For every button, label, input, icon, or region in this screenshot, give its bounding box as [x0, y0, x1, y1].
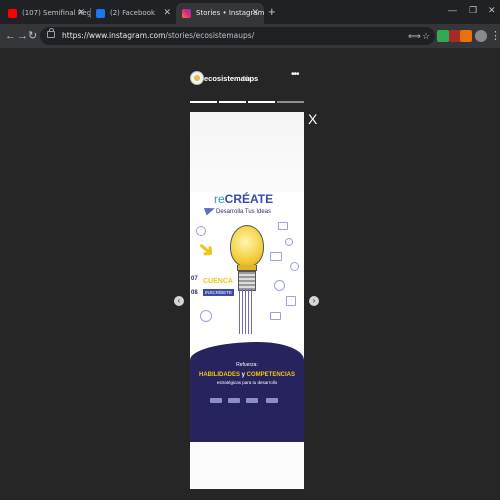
reload-button[interactable]: ↻ — [28, 28, 37, 44]
poster-footer-wave — [190, 342, 304, 442]
event-date-end: 08 — [191, 290, 198, 296]
extension-icon[interactable] — [460, 30, 472, 42]
doodle-icon — [274, 280, 285, 291]
paper-plane-icon — [203, 204, 217, 216]
tab-youtube[interactable]: (107) Semifinal Regional San Fr... ✕ — [2, 3, 90, 24]
more-options-icon[interactable]: ••• — [291, 69, 299, 80]
bulb-cords — [239, 289, 253, 334]
close-tab-icon[interactable]: ✕ — [77, 3, 85, 24]
browser-tab-strip: (107) Semifinal Regional San Fr... ✕ (2)… — [0, 0, 500, 24]
story-progress-segment — [190, 101, 217, 103]
window-close-button[interactable]: ✕ — [488, 3, 496, 17]
translate-icon[interactable]: ⟺ — [408, 30, 421, 42]
doodle-icon — [285, 238, 293, 246]
poster-strategic: estratégicas para tu desarrollo — [216, 380, 278, 385]
poster-tagline: Refuerza: — [236, 362, 258, 368]
register-badge: INSCRÍBETE — [203, 289, 235, 296]
forward-button[interactable]: → — [17, 28, 28, 44]
light-bulb-icon — [230, 225, 264, 267]
doodle-icon — [270, 252, 282, 261]
arrow-icon: ➜ — [192, 236, 220, 264]
story-progress-segment — [248, 101, 275, 103]
instagram-icon — [182, 9, 191, 18]
story-progress-segment — [219, 101, 246, 103]
doodle-icon — [200, 310, 212, 322]
story-header: ecosistemaups 1h ••• — [190, 66, 305, 103]
url-text[interactable]: https://www.instagram.com/stories/ecosis… — [62, 27, 254, 45]
event-date-start: 07 — [191, 276, 198, 282]
doodle-icon — [286, 296, 296, 306]
address-bar[interactable]: https://www.instagram.com/stories/ecosis… — [40, 27, 435, 45]
browser-menu-icon[interactable]: ⋮ — [490, 28, 500, 44]
extension-icon[interactable] — [437, 30, 449, 42]
bulb-base — [238, 271, 256, 291]
poster-title: reCRÉATE — [214, 192, 274, 206]
tab-label: (2) Facebook — [110, 9, 156, 17]
poster-subtitle: Desarrolla Tus Ideas — [216, 209, 272, 215]
youtube-icon — [8, 9, 17, 18]
previous-story-button[interactable]: ‹ — [174, 296, 184, 306]
poster-skills: HABILIDADES y COMPETENCIAS — [198, 372, 296, 378]
story-progress-bar — [190, 101, 304, 103]
sponsor-logo — [210, 398, 222, 403]
event-city: CUENCA — [203, 278, 233, 285]
doodle-icon — [290, 262, 299, 271]
close-tab-icon[interactable]: ✕ — [251, 3, 259, 24]
lock-icon[interactable] — [47, 28, 55, 38]
bookmark-star-icon[interactable]: ☆ — [422, 30, 430, 42]
story-time: 1h — [242, 74, 251, 83]
new-tab-button[interactable]: + — [268, 3, 276, 21]
back-button[interactable]: ← — [5, 28, 16, 44]
story-frame[interactable]: reCRÉATE Desarrolla Tus Ideas ➜ 07 08 CU… — [190, 112, 304, 489]
avatar[interactable] — [190, 71, 204, 85]
sponsor-logo — [246, 398, 258, 403]
story-progress-segment — [277, 101, 304, 103]
browser-toolbar: ← → ↻ https://www.instagram.com/stories/… — [0, 24, 500, 48]
close-story-button[interactable]: X — [308, 111, 317, 127]
doodle-icon — [196, 226, 206, 236]
next-story-button[interactable]: › — [309, 296, 319, 306]
profile-avatar[interactable] — [475, 30, 487, 42]
event-poster: reCRÉATE Desarrolla Tus Ideas ➜ 07 08 CU… — [190, 192, 304, 442]
tab-instagram[interactable]: Stories • Instagram ✕ — [176, 3, 264, 24]
doodle-icon — [278, 222, 288, 230]
tab-facebook[interactable]: (2) Facebook ✕ — [90, 3, 176, 24]
minimize-button[interactable]: — — [448, 3, 457, 17]
sponsor-logos — [210, 398, 285, 403]
doodle-icon — [270, 312, 281, 320]
maximize-button[interactable]: ❐ — [469, 3, 477, 17]
close-tab-icon[interactable]: ✕ — [163, 3, 171, 24]
sponsor-logo — [266, 398, 278, 403]
facebook-icon — [96, 9, 105, 18]
sponsor-logo — [228, 398, 240, 403]
